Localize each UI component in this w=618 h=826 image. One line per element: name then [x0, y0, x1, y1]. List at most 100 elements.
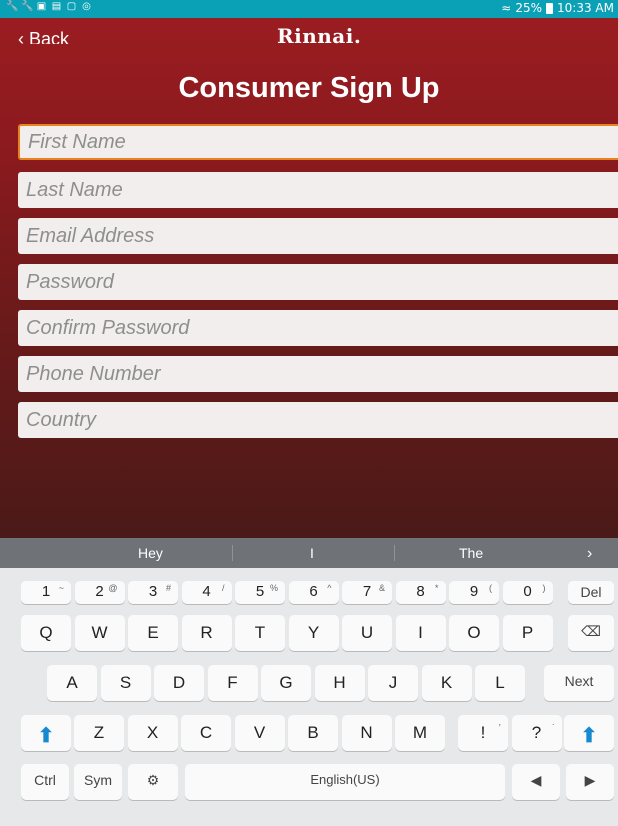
key-x-label: X [146, 723, 159, 742]
key-3[interactable]: 3 # [128, 581, 178, 604]
key-d[interactable]: D [154, 665, 204, 701]
next-key[interactable]: Next [544, 665, 614, 701]
key-r[interactable]: R [181, 615, 232, 651]
suggestion-3[interactable]: The [459, 545, 483, 561]
back-label: Back [29, 29, 70, 44]
battery-level: 25% [515, 1, 543, 15]
key-f-label: F [227, 673, 238, 692]
key-w[interactable]: W [74, 615, 125, 651]
on-screen-keyboard: Hey I The › 1 ~2 @3 #4/5% 6 ^ 7 & 8 * 9(0) Del Q W E R… [0, 538, 618, 826]
key-5[interactable]: 5% [235, 581, 285, 604]
key-9[interactable]: 9( [449, 581, 499, 604]
key-8[interactable]: 8 * [395, 581, 446, 604]
key-2[interactable]: 2 @ [74, 581, 125, 604]
sym-key[interactable]: Sym [74, 764, 122, 800]
password-field[interactable] [18, 264, 618, 300]
backspace-icon[interactable]: ⌫ [568, 615, 614, 651]
key-e[interactable]: E [128, 615, 178, 651]
key-3-secondary: # [165, 583, 171, 593]
key-6[interactable]: 6 ^ [288, 581, 339, 604]
key-punct-0[interactable]: !, [458, 715, 508, 751]
first-name-field[interactable] [18, 124, 618, 160]
key-h[interactable]: H [314, 665, 365, 701]
country-input[interactable] [18, 402, 618, 438]
key-b[interactable]: B [288, 715, 338, 751]
notification-icons: 🔧 🔧 ▣ ▤ ▢ ◎ [6, 1, 92, 12]
key-1-secondary: ~ [58, 583, 64, 593]
key-0-secondary: ) [542, 583, 546, 593]
key-q[interactable]: Q [21, 615, 71, 651]
key-u-label: U [360, 623, 374, 642]
key-c-label: C [199, 723, 213, 742]
key-0[interactable]: 0) [502, 581, 553, 604]
chevron-right-icon[interactable]: › [587, 545, 592, 563]
key-g-label: G [279, 673, 293, 692]
key-i[interactable]: I [395, 615, 446, 651]
key-c[interactable]: C [181, 715, 231, 751]
key-e-label: E [147, 623, 159, 642]
message-icon: ▣ [36, 1, 47, 12]
key-y[interactable]: Y [288, 615, 339, 651]
confirm-password-field[interactable] [18, 310, 618, 346]
key-m[interactable]: M [395, 715, 445, 751]
key-punct-1[interactable]: ?. [511, 715, 562, 751]
key-4[interactable]: 4/ [181, 581, 232, 604]
shift-icon[interactable]: ⬆ [564, 715, 614, 751]
key-a-label: A [66, 673, 78, 692]
key-s[interactable]: S [100, 665, 151, 701]
key-t[interactable]: T [235, 615, 285, 651]
last-name-input[interactable] [18, 172, 618, 208]
battery-icon [546, 2, 554, 14]
key-u[interactable]: U [342, 615, 392, 651]
key-z-label: Z [93, 723, 105, 742]
country-field[interactable] [18, 402, 618, 438]
key-f[interactable]: F [207, 665, 258, 701]
key-x[interactable]: X [127, 715, 178, 751]
key-j[interactable]: J [368, 665, 418, 701]
rinnai-logo: Rinnai. [277, 24, 362, 48]
space-key[interactable]: English(US) [185, 764, 505, 800]
confirm-password-input[interactable] [18, 310, 618, 346]
phone-icon: ▢ [66, 1, 77, 12]
key-7[interactable]: 7 & [342, 581, 392, 604]
suggestion-divider [394, 545, 395, 561]
key-n[interactable]: N [341, 715, 392, 751]
arrow-left-icon[interactable]: ◀ [512, 764, 560, 800]
key-l[interactable]: L [475, 665, 525, 701]
password-input[interactable] [18, 264, 618, 300]
delete-key[interactable]: Del [568, 581, 614, 604]
suggestion-2[interactable]: I [310, 545, 314, 561]
key-z[interactable]: Z [74, 715, 124, 751]
key-6-secondary: ^ [327, 583, 332, 593]
first-name-input[interactable] [20, 126, 618, 158]
key-g[interactable]: G [261, 665, 311, 701]
phone-number-input[interactable] [18, 356, 618, 392]
last-name-field[interactable] [18, 172, 618, 208]
key-o[interactable]: O [449, 615, 499, 651]
ctrl-key[interactable]: Ctrl [21, 764, 69, 800]
key-2-secondary: @ [108, 583, 118, 593]
wrench-icon: 🔧 [21, 1, 34, 12]
key-p[interactable]: P [502, 615, 553, 651]
key-l-label: L [495, 673, 505, 692]
page-title: Consumer Sign Up [178, 72, 440, 104]
email-input[interactable] [18, 218, 618, 254]
suggestion-divider [232, 545, 233, 561]
cursor-right-key-label: ▶ [584, 772, 596, 788]
gear-icon[interactable]: ⚙ [128, 764, 178, 800]
arrow-right-icon[interactable]: ▶ [566, 764, 614, 800]
ctrl-key-label: Ctrl [34, 772, 56, 788]
key-q-label: Q [39, 623, 53, 642]
shift-icon[interactable]: ⬆ [21, 715, 71, 751]
email-field[interactable] [18, 218, 618, 254]
phone-number-field[interactable] [18, 356, 618, 392]
suggestion-1[interactable]: Hey [138, 545, 163, 561]
settings-key-label: ⚙ [146, 772, 160, 788]
key-j-label: J [388, 673, 398, 692]
key-a[interactable]: A [47, 665, 97, 701]
shift-left-key-label: ⬆ [37, 725, 55, 747]
back-button[interactable]: ‹ Back [18, 29, 69, 44]
key-k[interactable]: K [421, 665, 472, 701]
key-v[interactable]: V [234, 715, 285, 751]
key-1[interactable]: 1 ~ [21, 581, 71, 604]
